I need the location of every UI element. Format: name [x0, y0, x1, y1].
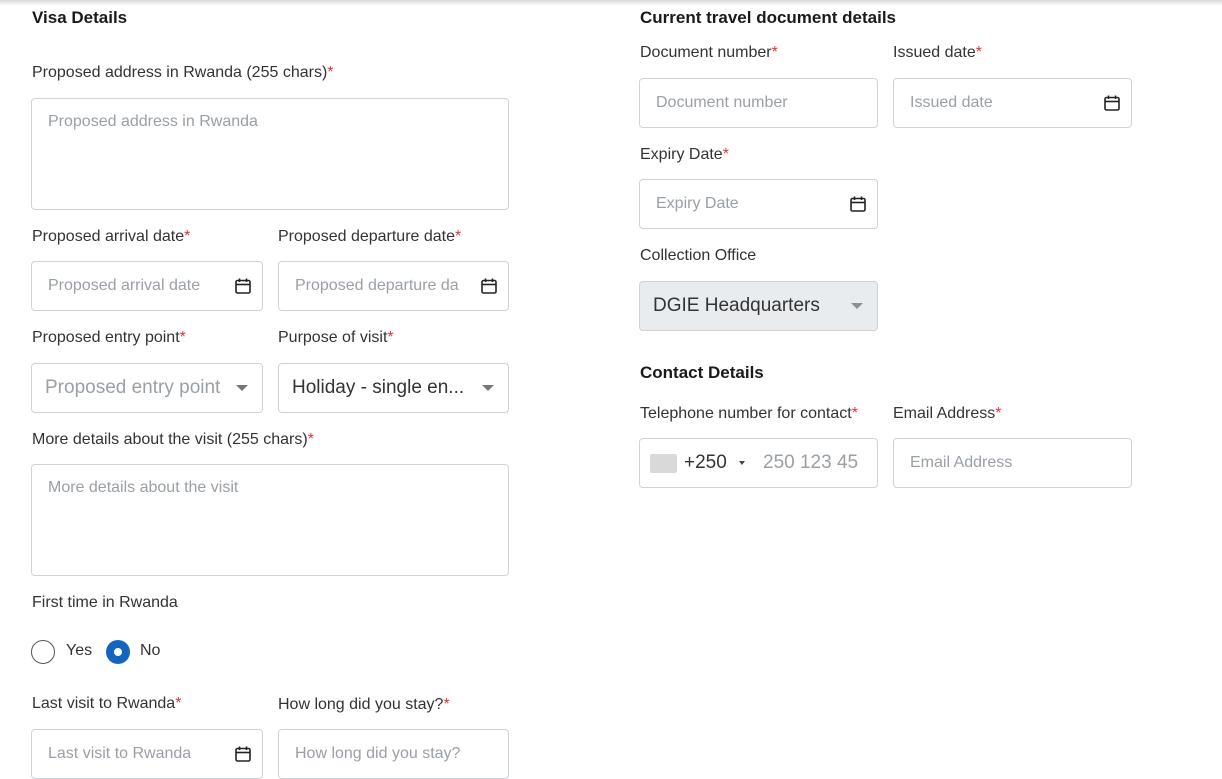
doc-number-input[interactable] — [640, 79, 877, 127]
contact-details-title: Contact Details — [640, 363, 764, 382]
phone-field[interactable]: +250 — [639, 438, 878, 488]
first-time-label: First time in Rwanda — [32, 594, 178, 611]
collection-office-value: DGIE Headquarters — [653, 295, 820, 316]
more-details-textarea[interactable] — [31, 464, 509, 576]
arrival-date-input[interactable] — [32, 262, 262, 310]
country-code[interactable]: +250 — [684, 439, 727, 487]
travel-document-title: Current travel document details — [640, 8, 897, 27]
entry-point-select[interactable]: Proposed entry point — [31, 363, 263, 413]
caret-down-icon[interactable] — [739, 461, 745, 465]
calendar-icon[interactable] — [234, 745, 252, 763]
calendar-icon[interactable] — [480, 277, 498, 295]
address-input[interactable] — [32, 99, 508, 209]
phone-label: Telephone number for contact* — [640, 405, 858, 422]
visa-details-title: Visa Details — [32, 8, 128, 27]
entry-point-placeholder: Proposed entry point — [45, 377, 221, 398]
email-input[interactable] — [894, 439, 1131, 487]
issued-date-input[interactable] — [894, 79, 1131, 127]
flag-icon[interactable] — [650, 454, 677, 473]
calendar-icon[interactable] — [234, 277, 252, 295]
arrival-label: Proposed arrival date* — [32, 228, 191, 245]
expiry-date-field[interactable] — [639, 179, 878, 229]
collection-office-label: Collection Office — [640, 247, 757, 264]
stay-input[interactable] — [279, 730, 508, 778]
last-visit-input[interactable] — [32, 730, 262, 778]
radio-yes-label[interactable]: Yes — [66, 642, 92, 660]
purpose-value: Holiday - single en... — [292, 377, 465, 398]
arrival-date-field[interactable] — [31, 261, 263, 311]
issued-date-field[interactable] — [893, 78, 1132, 128]
top-shadow — [0, 0, 1222, 6]
purpose-select[interactable]: Holiday - single en... — [278, 363, 509, 413]
radio-no-label[interactable]: No — [140, 642, 160, 660]
last-visit-label: Last visit to Rwanda* — [32, 695, 182, 712]
phone-input[interactable] — [748, 439, 878, 487]
address-label: Proposed address in Rwanda (255 chars)* — [32, 64, 334, 81]
chevron-down-icon[interactable] — [482, 385, 494, 391]
address-textarea[interactable] — [31, 98, 509, 210]
radio-no[interactable] — [106, 640, 130, 664]
expiry-date-input[interactable] — [640, 180, 877, 228]
departure-date-input[interactable] — [279, 262, 508, 310]
stay-label: How long did you stay?* — [278, 696, 450, 713]
calendar-icon[interactable] — [849, 195, 867, 213]
email-label: Email Address* — [893, 405, 1002, 422]
chevron-down-icon[interactable] — [236, 385, 248, 391]
more-details-label: More details about the visit (255 chars)… — [32, 431, 314, 448]
doc-number-label: Document number* — [640, 44, 778, 61]
departure-date-field[interactable] — [278, 261, 509, 311]
email-field[interactable] — [893, 438, 1132, 488]
doc-number-field[interactable] — [639, 78, 878, 128]
chevron-down-icon[interactable] — [851, 303, 863, 309]
entry-point-label: Proposed entry point* — [32, 329, 186, 346]
issued-label: Issued date* — [893, 44, 982, 61]
more-details-input[interactable] — [32, 465, 508, 575]
purpose-label: Purpose of visit* — [278, 329, 394, 346]
departure-label: Proposed departure date* — [278, 228, 462, 245]
expiry-label: Expiry Date* — [640, 146, 729, 163]
calendar-icon[interactable] — [1103, 94, 1121, 112]
radio-yes[interactable] — [31, 640, 55, 664]
collection-office-select[interactable]: DGIE Headquarters — [639, 281, 878, 331]
